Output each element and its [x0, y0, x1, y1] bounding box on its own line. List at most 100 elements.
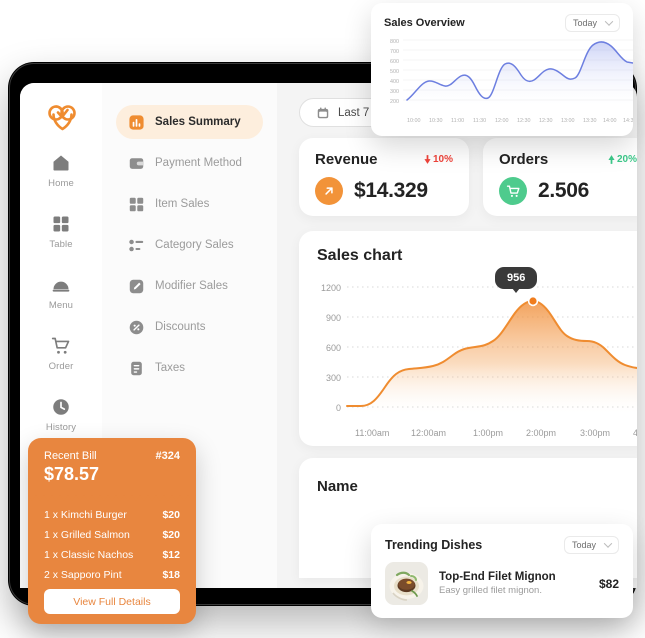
submenu-item-modifier-sales[interactable]: Modifier Sales — [116, 269, 263, 303]
submenu-item-label: Sales Summary — [155, 116, 241, 128]
svg-text:800: 800 — [390, 39, 399, 45]
dish-thumbnail — [385, 562, 428, 605]
svg-text:600: 600 — [326, 343, 341, 353]
recent-bill-header: Recent Bill #324 $78.57 — [28, 438, 196, 495]
arrow-up-icon — [608, 155, 615, 164]
cloud-check-logo-icon — [48, 105, 76, 131]
submenu-item-sales-summary[interactable]: Sales Summary — [116, 105, 263, 139]
calendar-icon — [317, 107, 329, 118]
recent-bill-items: 1 x Kimchi Burger $20 1 x Grilled Salmon… — [28, 501, 196, 581]
sidebar-item-label: Order — [48, 361, 74, 372]
sales-overview-plot: 800 700 600 500 400 300 200 10:00 10:30 — [390, 39, 633, 124]
svg-text:2:00pm: 2:00pm — [526, 428, 556, 438]
sidebar-item-table[interactable]: Table — [33, 206, 89, 258]
svg-text:600: 600 — [390, 59, 399, 65]
list-item: 1 x Kimchi Burger $20 — [44, 509, 180, 521]
stat-value: 2.506 — [538, 179, 590, 202]
sidebar-item-label: Menu — [48, 300, 74, 311]
home-icon — [53, 155, 69, 171]
svg-text:3:00pm: 3:00pm — [580, 428, 610, 438]
svg-text:14:30: 14:30 — [623, 118, 633, 124]
arrow-down-icon — [424, 155, 431, 164]
list-item: 1 x Classic Nachos $12 — [44, 549, 180, 561]
orders-badge-icon — [499, 177, 527, 205]
tooltip-value: 956 — [507, 272, 526, 284]
submenu-item-label: Modifier Sales — [155, 280, 228, 292]
status-badge: 20% — [608, 154, 637, 165]
sales-chart-card: Sales chart 1200 900 600 300 0 11:00am 1… — [299, 231, 637, 446]
sales-chart-title: Sales chart — [317, 247, 403, 264]
submenu-item-label: Discounts — [155, 321, 206, 333]
svg-text:13:00: 13:00 — [561, 118, 575, 124]
stat-cards: Revenue 10% $14.329 Orders 20% 2.506 — [299, 138, 637, 216]
cart-icon — [506, 185, 519, 197]
sales-overview-card: Sales Overview Today 800 700 600 500 400… — [371, 3, 633, 136]
sales-overview-period-select[interactable]: Today — [564, 14, 620, 32]
trending-period-value: Today — [571, 540, 596, 550]
svg-text:400: 400 — [390, 79, 399, 85]
sidebar-item-label: Table — [49, 239, 73, 250]
receipt-zigzag-divider — [28, 495, 196, 501]
svg-text:1:00pm: 1:00pm — [473, 428, 503, 438]
document-icon — [131, 361, 142, 375]
recent-bill-label: Recent Bill — [44, 450, 97, 462]
svg-text:11:30: 11:30 — [473, 118, 486, 124]
main-content: Last 7 days Revenue 10% $14.329 Orders 2… — [277, 83, 637, 588]
revenue-badge-icon — [315, 177, 343, 205]
svg-text:14:00: 14:00 — [603, 118, 617, 124]
name-column-header: Name — [317, 478, 358, 495]
svg-text:1200: 1200 — [321, 283, 341, 293]
svg-text:4:00pm: 4:00pm — [633, 428, 637, 438]
submenu-item-discounts[interactable]: Discounts — [116, 310, 263, 344]
wallet-icon — [129, 157, 144, 169]
stat-card-revenue: Revenue 10% $14.329 — [299, 138, 469, 216]
sidebar-item-label: Home — [48, 178, 74, 189]
svg-text:0: 0 — [336, 403, 341, 413]
submenu-item-item-sales[interactable]: Item Sales — [116, 187, 263, 221]
status-badge: 10% — [424, 154, 453, 165]
sidebar-item-home[interactable]: Home — [33, 145, 89, 197]
dish-price: $82 — [598, 576, 619, 591]
sidebar-item-history[interactable]: History — [33, 389, 89, 441]
dish-description: Easy grilled filet mignon. — [439, 585, 542, 596]
clock-icon — [53, 399, 69, 415]
trending-dishes-card: Trending Dishes Today Top-End Filet Mign… — [371, 524, 633, 618]
bill-item-name: 1 x Classic Nachos — [44, 549, 134, 561]
bill-item-price: $12 — [162, 549, 180, 561]
submenu-item-payment-method[interactable]: Payment Method — [116, 146, 263, 180]
sales-overview-period-value: Today — [572, 18, 597, 28]
discount-icon — [129, 320, 144, 334]
trending-period-select[interactable]: Today — [563, 536, 619, 554]
screenshot-root: Home Table Menu Order History Sales Summ… — [0, 0, 645, 638]
svg-text:300: 300 — [390, 89, 399, 95]
sidebar-item-menu[interactable]: Menu — [33, 267, 89, 319]
steak-plate-photo-icon — [385, 562, 428, 605]
bar-chart-icon — [129, 114, 144, 130]
recent-bill-card: Recent Bill #324 $78.57 1 x Kimchi Burge… — [28, 438, 196, 624]
submenu-item-taxes[interactable]: Taxes — [116, 351, 263, 385]
sidebar-item-order[interactable]: Order — [33, 328, 89, 380]
svg-text:11:00: 11:00 — [451, 118, 464, 124]
svg-text:500: 500 — [390, 69, 399, 75]
sales-chart-tooltip: 956 — [495, 267, 538, 293]
submenu-item-label: Item Sales — [155, 198, 210, 210]
view-full-details-label: View Full Details — [73, 595, 151, 608]
svg-text:200: 200 — [390, 99, 399, 105]
grid-icon — [53, 216, 69, 232]
recent-bill-amount: $78.57 — [44, 464, 100, 484]
stat-title: Revenue — [315, 151, 378, 168]
svg-text:300: 300 — [326, 373, 341, 383]
bill-item-name: 1 x Grilled Salmon — [44, 529, 130, 541]
dish-name: Top-End Filet Mignon — [439, 571, 556, 583]
sales-overview-title: Sales Overview — [384, 17, 465, 29]
stat-delta-value: 10% — [432, 154, 453, 165]
list-item[interactable]: Top-End Filet Mignon Easy grilled filet … — [371, 554, 633, 605]
cloche-icon — [52, 281, 70, 292]
chevron-down-icon — [604, 17, 614, 26]
submenu-item-label: Category Sales — [155, 239, 234, 251]
submenu-item-category-sales[interactable]: Category Sales — [116, 228, 263, 262]
svg-text:12:00am: 12:00am — [411, 428, 446, 438]
view-full-details-button[interactable]: View Full Details — [44, 589, 180, 614]
bill-item-price: $20 — [162, 509, 180, 521]
svg-text:11:00am: 11:00am — [355, 428, 389, 438]
